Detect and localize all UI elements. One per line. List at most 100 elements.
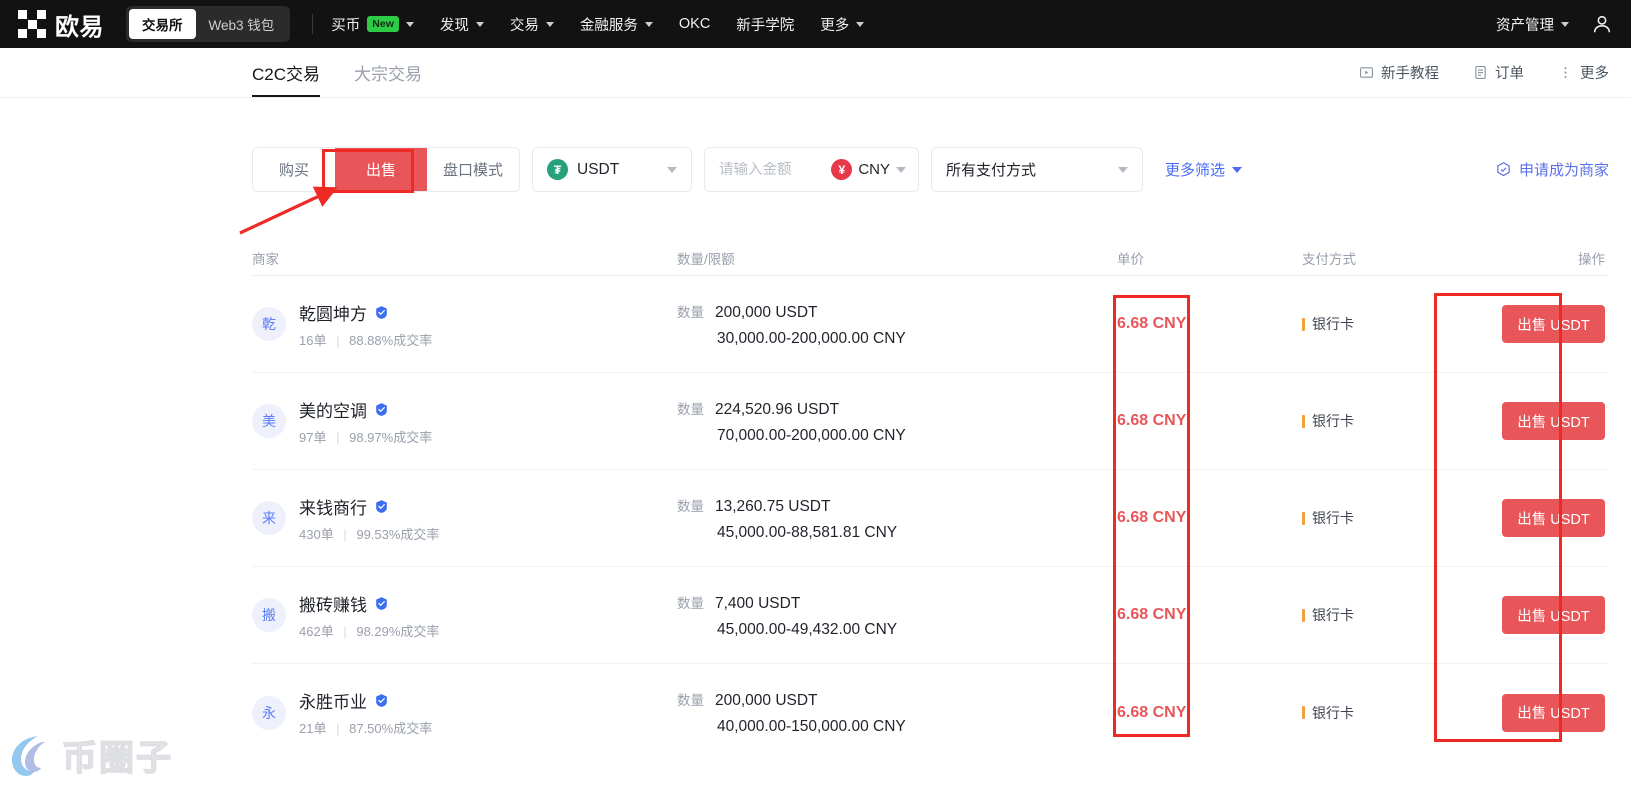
merchant-stats: 97单 | 98.97%成交率	[299, 427, 432, 446]
completion-rate: 98.29%成交率	[356, 624, 439, 639]
payment-cell: 银行卡	[1302, 314, 1482, 334]
main-nav-links: 买币 New 发现 交易 金融服务 OKC 新手学院	[331, 14, 864, 35]
coin-select[interactable]: ₮ USDT	[532, 147, 692, 192]
amount-label: 数量	[677, 495, 704, 515]
merchant-cell: 美 美的空调 97单 | 98.97%成交率	[252, 397, 677, 446]
order-count: 16单	[299, 333, 326, 348]
coin-select-value: ₮ USDT	[547, 159, 619, 180]
platform-web3-wallet-tab[interactable]: Web3 钱包	[196, 9, 288, 39]
nav-label: 资产管理	[1496, 14, 1554, 35]
amount-value: 200,000 USDT	[715, 304, 818, 322]
payment-method: 银行卡	[1302, 605, 1482, 625]
payment-method-value: 所有支付方式	[946, 159, 1036, 180]
nav-label: 买币	[331, 14, 360, 35]
coin-symbol: USDT	[577, 161, 619, 179]
amount-line: 数量 7,400 USDT	[677, 592, 1117, 613]
trade-type-tabs: C2C交易 大宗交易	[252, 48, 422, 97]
payment-color-bar-icon	[1302, 512, 1305, 525]
apply-merchant-link[interactable]: 申请成为商家	[1495, 159, 1609, 180]
payment-method: 银行卡	[1302, 314, 1482, 334]
amount-cell: 数量 200,000 USDT 30,000.00-200,000.00 CNY	[677, 301, 1117, 348]
tab-block-trading[interactable]: 大宗交易	[354, 48, 422, 97]
merchant-name-line: 乾圆坤方	[299, 300, 432, 325]
tab-c2c-trading[interactable]: C2C交易	[252, 48, 320, 97]
unit-price: 6.68 CNY	[1117, 315, 1186, 332]
merchant-name: 乾圆坤方	[299, 300, 367, 325]
mode-orderbook-button[interactable]: 盘口模式	[427, 148, 519, 191]
nav-item-financial-services[interactable]: 金融服务	[580, 14, 653, 35]
nav-item-okc[interactable]: OKC	[679, 16, 710, 32]
amount-value: 7,400 USDT	[715, 595, 800, 613]
secondary-tab-bar: C2C交易 大宗交易 新手教程 订单	[0, 48, 1631, 98]
more-vertical-icon	[1558, 65, 1573, 80]
sell-usdt-button[interactable]: 出售 USDT	[1502, 499, 1605, 537]
action-cell: 出售 USDT	[1482, 694, 1609, 732]
stats-separator: |	[336, 333, 339, 348]
verified-hexagon-icon	[1495, 161, 1512, 178]
link-more[interactable]: 更多	[1558, 62, 1609, 83]
amount-cell: 数量 13,260.75 USDT 45,000.00-88,581.81 CN…	[677, 495, 1117, 542]
merchant-info[interactable]: 美 美的空调 97单 | 98.97%成交率	[252, 397, 677, 446]
merchant-cell: 乾 乾圆坤方 16单 | 88.88%成交率	[252, 300, 677, 349]
platform-exchange-tab[interactable]: 交易所	[129, 9, 196, 39]
nav-item-trade[interactable]: 交易	[510, 14, 554, 35]
payment-method-name: 银行卡	[1312, 314, 1354, 334]
payment-method-name: 银行卡	[1312, 703, 1354, 723]
nav-divider	[312, 14, 313, 34]
link-orders[interactable]: 订单	[1473, 62, 1524, 83]
nav-label: 更多	[820, 14, 849, 35]
amount-label: 数量	[677, 301, 704, 321]
amount-input[interactable]	[719, 162, 823, 178]
sell-usdt-button[interactable]: 出售 USDT	[1502, 402, 1605, 440]
mode-buy-button[interactable]: 购买	[253, 148, 335, 191]
link-beginner-tutorial[interactable]: 新手教程	[1359, 62, 1439, 83]
payment-cell: 银行卡	[1302, 703, 1482, 723]
chevron-down-icon	[546, 22, 554, 27]
amount-filter[interactable]: ¥ CNY	[704, 147, 919, 192]
nav-item-more[interactable]: 更多	[820, 14, 864, 35]
table-row: 来 来钱商行 430单 | 99.53%成交率	[252, 470, 1609, 567]
watermark: 币圈子	[8, 730, 173, 781]
brand-logo[interactable]: 欧易	[18, 7, 104, 42]
user-avatar-icon[interactable]	[1591, 13, 1613, 35]
nav-item-asset-management[interactable]: 资产管理	[1496, 14, 1569, 35]
merchant-stats: 462单 | 98.29%成交率	[299, 621, 439, 640]
nav-item-discover[interactable]: 发现	[440, 14, 484, 35]
sell-usdt-button[interactable]: 出售 USDT	[1502, 305, 1605, 343]
payment-cell: 银行卡	[1302, 411, 1482, 431]
merchant-text: 永胜币业 21单 | 87.50%成交率	[299, 688, 432, 737]
payment-method: 银行卡	[1302, 508, 1482, 528]
payment-method-name: 银行卡	[1312, 605, 1354, 625]
nav-label: 发现	[440, 14, 469, 35]
price-cell: 6.68 CNY	[1117, 606, 1302, 624]
amount-line: 数量 224,520.96 USDT	[677, 398, 1117, 419]
chevron-down-icon	[406, 22, 414, 27]
merchant-cell: 永 永胜币业 21单 | 87.50%成交率	[252, 688, 677, 737]
currency-select[interactable]: ¥ CNY	[831, 159, 906, 180]
limit-value: 45,000.00-49,432.00 CNY	[677, 621, 1117, 639]
mode-sell-button[interactable]: 出售	[335, 148, 427, 191]
payment-method-select[interactable]: 所有支付方式	[931, 147, 1143, 192]
amount-cell: 数量 224,520.96 USDT 70,000.00-200,000.00 …	[677, 398, 1117, 445]
sell-usdt-button[interactable]: 出售 USDT	[1502, 596, 1605, 634]
link-label: 订单	[1495, 62, 1524, 83]
more-filter-button[interactable]: 更多筛选	[1165, 159, 1242, 180]
merchant-info[interactable]: 来 来钱商行 430单 | 99.53%成交率	[252, 494, 677, 543]
link-label: 新手教程	[1381, 62, 1439, 83]
header-action: 操作	[1482, 248, 1609, 268]
sell-usdt-button[interactable]: 出售 USDT	[1502, 694, 1605, 732]
limit-value: 40,000.00-150,000.00 CNY	[677, 718, 1117, 736]
payment-color-bar-icon	[1302, 609, 1305, 622]
merchant-info[interactable]: 乾 乾圆坤方 16单 | 88.88%成交率	[252, 300, 677, 349]
new-badge: New	[367, 16, 399, 32]
merchant-info[interactable]: 搬 搬砖赚钱 462单 | 98.29%成交率	[252, 591, 677, 640]
nav-item-buy-crypto[interactable]: 买币 New	[331, 14, 414, 35]
watermark-text: 币圈子	[62, 730, 173, 781]
nav-label: OKC	[679, 16, 710, 32]
nav-item-academy[interactable]: 新手学院	[736, 14, 794, 35]
amount-line: 数量 200,000 USDT	[677, 301, 1117, 322]
merchant-name-line: 搬砖赚钱	[299, 591, 439, 616]
merchant-info[interactable]: 永 永胜币业 21单 | 87.50%成交率	[252, 688, 677, 737]
order-count: 462单	[299, 624, 334, 639]
order-document-icon	[1473, 65, 1488, 80]
